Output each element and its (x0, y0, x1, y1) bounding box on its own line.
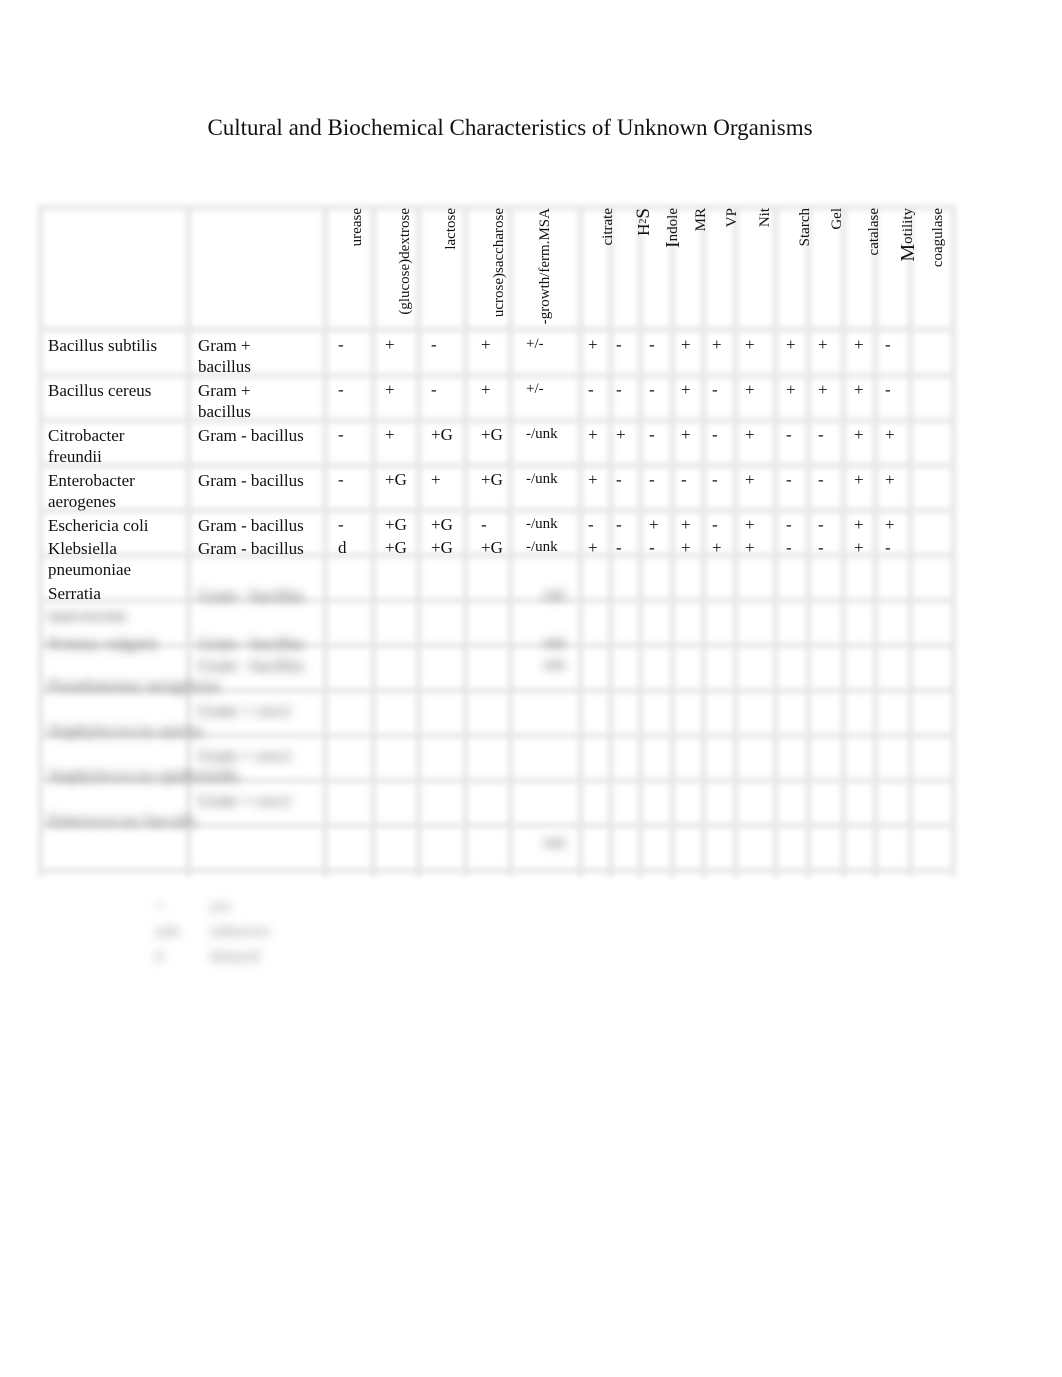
blurred-gram: Gram + cocci (198, 701, 291, 720)
blurred-gram: Gram - bacillus (198, 656, 304, 675)
blurred-organism: Enterococcus faecalis (48, 811, 196, 830)
legend-text: yes (210, 898, 232, 915)
legend-text: unknown (210, 923, 270, 940)
blurred-msa: unk (543, 635, 566, 651)
blurred-organism: Staphylococcus aureus (48, 721, 204, 740)
legend-item: d delayed (155, 948, 270, 973)
legend-key: + (155, 898, 165, 915)
blurred-gram: Gram + cocci (198, 746, 291, 765)
blurred-organism: Pseudomonas aeruginosa (48, 676, 220, 695)
blurred-rows: Gram - bacillus marcescens unk Proteus vulg… (38, 205, 956, 877)
legend-key: d (155, 948, 163, 965)
legend-key: unk (155, 923, 179, 940)
blurred-gram: Gram + cocci (198, 791, 291, 810)
blurred-organism: Staphylococcus epidermidis (48, 766, 240, 785)
blurred-gram: Gram - bacillus (198, 634, 304, 653)
legend-text: delayed (210, 948, 260, 965)
document-title: Cultural and Biochemical Characteristics… (207, 115, 813, 140)
blurred-msa: unk (543, 587, 566, 603)
legend-item: + yes (155, 898, 270, 923)
blurred-organism: Proteus vulgaris (48, 634, 159, 653)
legend: + yes unk unknown d delayed (155, 898, 270, 973)
blurred-gram: Gram - bacillus (198, 586, 304, 605)
blurred-organism: marcescens (48, 606, 127, 625)
legend-item: unk unknown (155, 923, 270, 948)
characteristics-table: urease (glucose)dextrose lactose ucrose)… (38, 205, 956, 877)
blurred-msa: unk (543, 657, 566, 673)
blurred-msa: unk (543, 835, 566, 851)
